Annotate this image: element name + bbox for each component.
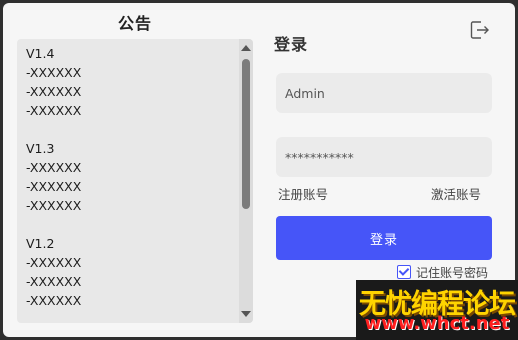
announcement-line: -XXXXXX <box>26 103 82 118</box>
site-watermark: 无忧编程论坛 www.whct.net <box>356 280 518 340</box>
announcement-panel[interactable]: V1.4 -XXXXXX -XXXXXX -XXXXXX V1.3 -XXXXXX -XXX… <box>17 39 253 323</box>
announcement-line: V1.4 <box>26 46 55 61</box>
announcement-line: -XXXXXX <box>26 179 82 194</box>
announcement-line: -XXXXXX <box>26 255 82 270</box>
announcement-title: 公告 <box>117 14 152 33</box>
login-button[interactable]: 登录 <box>276 216 492 260</box>
announcement-scrollbar[interactable] <box>239 39 253 323</box>
username-field[interactable] <box>276 73 492 113</box>
register-link[interactable]: 注册账号 <box>278 184 328 203</box>
activate-link[interactable]: 激活账号 <box>431 184 481 203</box>
announcement-line: -XXXXXX <box>26 160 82 175</box>
announcement-line: -XXXXXX <box>26 274 82 289</box>
announcement-line <box>26 215 239 234</box>
announcement-line <box>26 120 239 139</box>
watermark-url: www.whct.net <box>364 313 510 334</box>
exit-icon <box>470 21 489 39</box>
exit-button[interactable] <box>468 19 492 41</box>
announcement-line: -XXXXXX <box>26 293 82 308</box>
announcement-line: -XXXXXX <box>26 65 82 80</box>
password-field[interactable] <box>276 137 492 177</box>
announcement-list: V1.4 -XXXXXX -XXXXXX -XXXXXX V1.3 -XXXXXX -XXX… <box>17 39 239 323</box>
remember-label: 记住账号密码 <box>416 265 489 280</box>
scroll-down-arrow-icon[interactable] <box>241 311 251 317</box>
announcement-line: V1.3 <box>26 141 55 156</box>
scroll-up-arrow-icon[interactable] <box>241 45 251 51</box>
announcement-line: -XXXXXX <box>26 198 82 213</box>
scroll-thumb[interactable] <box>242 59 250 209</box>
announcement-line: -XXXXXX <box>26 84 82 99</box>
announcement-line: V1.2 <box>26 236 55 251</box>
remember-password-toggle[interactable]: 记住账号密码 <box>397 264 488 280</box>
login-title: 登录 <box>274 35 309 54</box>
remember-checkbox[interactable] <box>397 265 411 279</box>
